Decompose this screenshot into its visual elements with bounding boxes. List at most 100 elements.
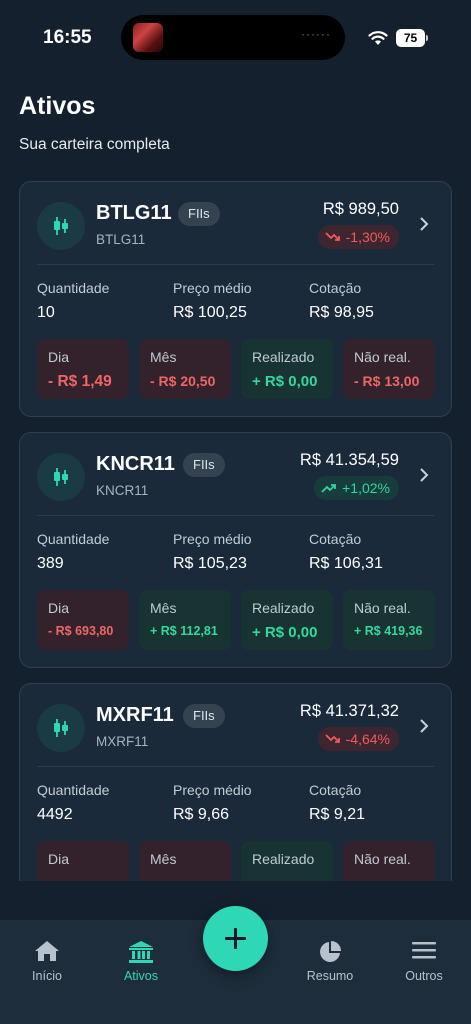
realized-result-box: Realizado + R$ 0,00 (241, 339, 333, 399)
box-value: + R$ 0,00 (252, 624, 318, 641)
quantity-label: Quantidade (37, 531, 110, 547)
trending-down-icon (325, 734, 340, 743)
pie-chart-icon (320, 941, 341, 962)
nav-item-summary[interactable]: Resumo (290, 920, 370, 1000)
box-label: Mês (150, 600, 177, 616)
box-label: Dia (48, 851, 70, 867)
asset-ticker: KNCR11 (96, 453, 175, 475)
nav-item-assets[interactable]: Ativos (101, 920, 181, 1000)
nav-item-home[interactable]: Início (7, 920, 87, 1000)
bank-icon (129, 941, 153, 963)
asset-type-badge: FIIs (183, 704, 225, 728)
unrealized-result-box: Não real. - R$ 13,00 (343, 339, 435, 399)
quote-value: R$ 98,95 (309, 304, 374, 321)
day-result-box: Dia - R$ 1,49 (37, 339, 129, 399)
asset-avatar (37, 202, 85, 250)
quantity-value: 4492 (37, 806, 73, 823)
asset-subtitle: MXRF11 (96, 734, 149, 749)
add-asset-button[interactable] (203, 906, 268, 971)
nav-label: Início (32, 969, 62, 983)
asset-type-badge: FIIs (183, 453, 225, 477)
asset-change-value: -4,64% (345, 731, 390, 747)
box-label: Realizado (252, 851, 315, 867)
box-label: Mês (150, 851, 177, 867)
avg-price-label: Preço médio (173, 782, 252, 798)
nav-label: Outros (405, 969, 443, 983)
box-label: Não real. (354, 349, 411, 365)
candlestick-icon (54, 719, 68, 737)
chevron-right-icon[interactable] (419, 216, 429, 232)
trending-up-icon (321, 484, 337, 493)
unrealized-result-box: Não real. + R$ 419,36 (343, 590, 435, 650)
chevron-right-icon[interactable] (419, 718, 429, 734)
quantity-label: Quantidade (37, 782, 110, 798)
realized-result-box: Realizado (241, 841, 333, 881)
day-result-box: Dia - R$ 693,80 (37, 590, 129, 650)
box-value: + R$ 419,36 (354, 624, 423, 638)
box-label: Realizado (252, 349, 315, 365)
quote-label: Cotação (309, 280, 362, 296)
asset-avatar (37, 453, 85, 501)
quantity-label: Quantidade (37, 280, 110, 296)
box-label: Realizado (252, 600, 315, 616)
trending-down-icon (325, 232, 340, 241)
asset-total-value: R$ 41.354,59 (299, 451, 399, 469)
realized-result-box: Realizado + R$ 0,00 (241, 590, 333, 650)
avg-price-value: R$ 100,25 (173, 304, 247, 321)
box-value: - R$ 1,49 (48, 373, 112, 390)
month-result-box: Mês + R$ 112,81 (139, 590, 231, 650)
asset-ticker: MXRF11 (96, 704, 174, 726)
avg-price-value: R$ 9,66 (173, 806, 230, 823)
asset-card-mxrf11[interactable]: MXRF11 FIIs MXRF11 R$ 41.371,32 -4,64% Q… (19, 683, 452, 881)
asset-total-value: R$ 41.371,32 (299, 702, 399, 720)
box-label: Dia (48, 600, 70, 616)
divider (37, 515, 434, 516)
menu-icon (412, 942, 436, 959)
asset-change-value: +1,02% (342, 480, 390, 496)
box-value: - R$ 13,00 (354, 373, 420, 389)
quantity-value: 389 (37, 555, 64, 572)
divider (37, 766, 434, 767)
assets-list[interactable]: BTLG11 FIIs BTLG11 R$ 989,50 -1,30% Quan… (0, 168, 471, 881)
candlestick-icon (54, 468, 68, 486)
box-label: Não real. (354, 600, 411, 616)
page-title: Ativos (19, 92, 96, 120)
plus-icon (225, 928, 246, 949)
dynamic-island[interactable]: ······ (121, 15, 345, 60)
quote-label: Cotação (309, 782, 362, 798)
asset-total-value: R$ 989,50 (322, 200, 399, 218)
asset-type-badge: FIIs (178, 202, 220, 226)
nav-label: Resumo (306, 969, 354, 983)
quote-label: Cotação (309, 531, 362, 547)
battery-icon: 75 (396, 29, 428, 47)
box-label: Mês (150, 349, 177, 365)
asset-change-value: -1,30% (345, 229, 390, 245)
asset-avatar (37, 704, 85, 752)
nav-label: Ativos (123, 969, 159, 983)
asset-change-badge: -4,64% (317, 727, 399, 751)
asset-change-badge: +1,02% (314, 476, 399, 500)
avg-price-label: Preço médio (173, 280, 252, 296)
month-result-box: Mês - R$ 20,50 (139, 339, 231, 399)
candlestick-icon (54, 217, 68, 235)
wifi-icon (368, 31, 388, 45)
box-value: - R$ 693,80 (48, 624, 114, 638)
chevron-right-icon[interactable] (419, 467, 429, 483)
avg-price-value: R$ 105,23 (173, 555, 247, 572)
quote-value: R$ 106,31 (309, 555, 383, 572)
audio-indicator-icon: ······ (301, 27, 331, 41)
divider (37, 264, 434, 265)
asset-card-btlg11[interactable]: BTLG11 FIIs BTLG11 R$ 989,50 -1,30% Quan… (19, 181, 452, 417)
box-value: + R$ 112,81 (150, 624, 218, 638)
asset-card-kncr11[interactable]: KNCR11 FIIs KNCR11 R$ 41.354,59 +1,02% Q… (19, 432, 452, 668)
status-bar: 16:55 ······ 75 (0, 0, 471, 78)
asset-change-badge: -1,30% (317, 225, 399, 249)
avg-price-label: Preço médio (173, 531, 252, 547)
box-label: Dia (48, 349, 70, 365)
asset-subtitle: BTLG11 (96, 232, 146, 247)
box-value: + R$ 0,00 (252, 373, 318, 390)
nav-item-others[interactable]: Outros (384, 920, 464, 1000)
page-subtitle: Sua carteira completa (19, 136, 170, 153)
home-icon (35, 941, 59, 961)
unrealized-result-box: Não real. (343, 841, 435, 881)
